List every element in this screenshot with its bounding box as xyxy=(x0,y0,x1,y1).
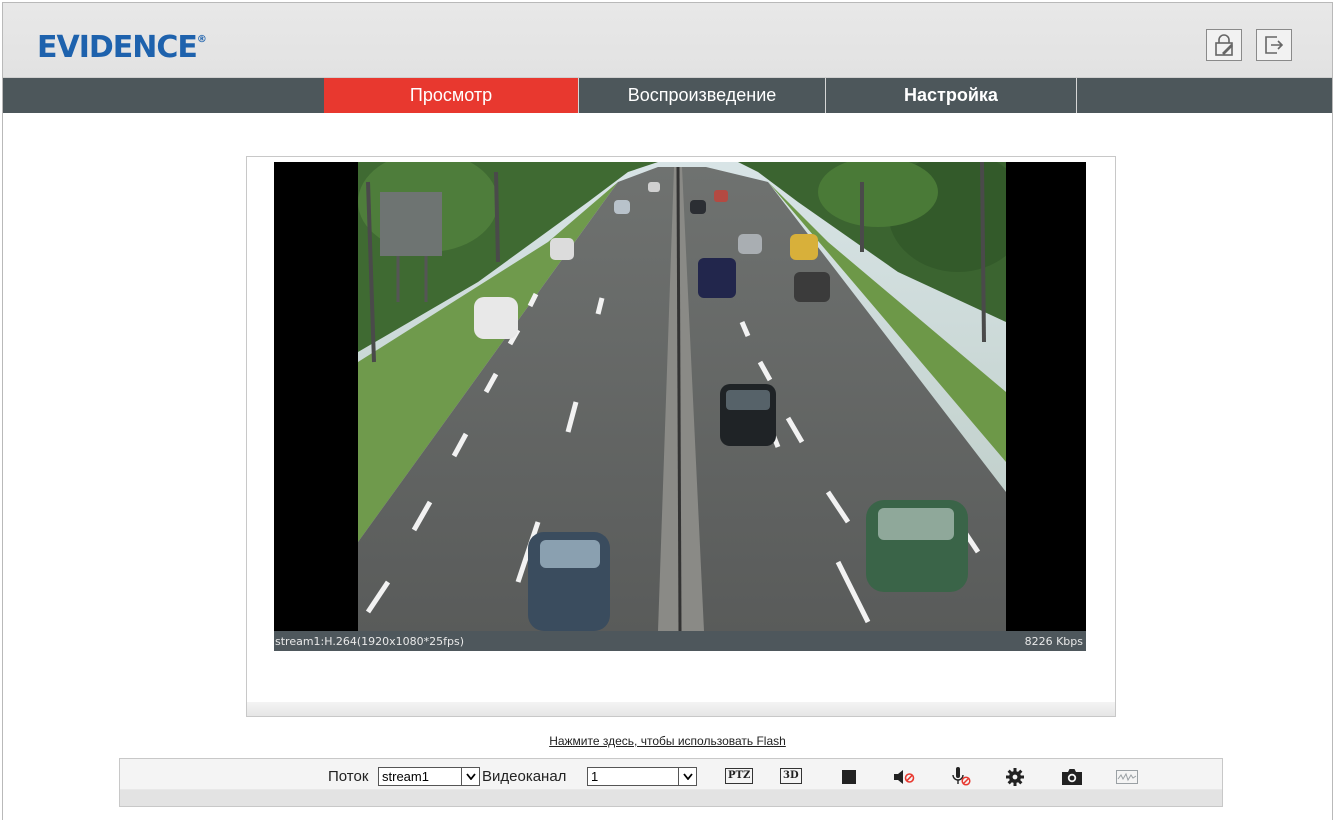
stream-select-value: stream1 xyxy=(382,769,429,784)
waveform-icon xyxy=(1116,770,1138,784)
channel-label: Видеоканал xyxy=(482,768,567,785)
tab-settings[interactable]: Настройка xyxy=(825,78,1076,113)
use-flash-link[interactable]: Нажмите здесь, чтобы использовать Flash xyxy=(3,734,1332,748)
video-panel: stream1:H.264(1920x1080*25fps) 8226 Kbps xyxy=(246,156,1116,717)
snapshot-button[interactable] xyxy=(1061,768,1083,786)
stop-button[interactable] xyxy=(840,768,858,786)
microphone-button[interactable] xyxy=(950,767,972,786)
channel-select-value: 1 xyxy=(591,769,599,784)
mute-icon xyxy=(894,770,915,784)
stream-status-bar: stream1:H.264(1920x1080*25fps) 8226 Kbps xyxy=(274,631,1086,651)
main-navigation: Просмотр Воспроизведение Настройка xyxy=(3,78,1332,113)
stop-icon xyxy=(842,770,856,784)
logout-button[interactable] xyxy=(1256,29,1292,61)
camera-image xyxy=(358,162,1006,631)
live-video[interactable]: stream1:H.264(1920x1080*25fps) 8226 Kbps xyxy=(274,162,1086,651)
settings-button[interactable] xyxy=(1005,768,1025,786)
bitrate: 8226 Kbps xyxy=(1024,634,1083,648)
change-password-button[interactable] xyxy=(1206,29,1242,61)
panel-bottom-strip xyxy=(247,702,1115,716)
stream-select[interactable]: stream1 xyxy=(378,767,480,786)
chevron-down-icon xyxy=(678,768,696,785)
microphone-off-icon xyxy=(952,767,971,786)
stream-info: stream1:H.264(1920x1080*25fps) xyxy=(275,634,464,648)
camera-snapshot-icon xyxy=(1062,769,1082,785)
header: EVIDENCE® xyxy=(3,3,1332,78)
channel-select[interactable]: 1 xyxy=(587,767,697,786)
nav-divider xyxy=(1076,78,1077,113)
chevron-down-icon xyxy=(461,768,479,785)
logo: EVIDENCE® xyxy=(37,30,207,65)
playback-toolbar: Поток stream1 Видеоканал 1 PTZ 3D xyxy=(119,758,1223,807)
waveform-button[interactable] xyxy=(1116,768,1138,786)
settings-gear-icon xyxy=(1006,768,1024,786)
browser-page: EVIDENCE® Просмотр Воспроизведение Настр… xyxy=(2,2,1333,820)
tab-playback[interactable]: Воспроизведение xyxy=(578,78,825,113)
tab-live-view[interactable]: Просмотр xyxy=(324,78,578,113)
three-d-button[interactable]: 3D xyxy=(780,768,802,784)
audio-button[interactable] xyxy=(893,768,915,786)
stream-label: Поток xyxy=(328,768,369,785)
ptz-button[interactable]: PTZ xyxy=(725,768,754,784)
logout-icon xyxy=(1265,36,1284,54)
lock-edit-icon xyxy=(1215,34,1233,56)
